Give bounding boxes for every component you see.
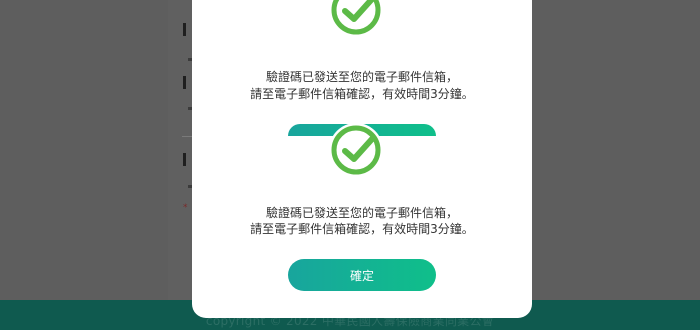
background-field-marker [183, 153, 186, 166]
dialog-message-line2: 請至電子郵件信箱確認，有效時間3分鐘。 [250, 222, 474, 236]
dialog-message-line1: 驗證碼已發送至您的電子郵件信箱， [265, 206, 458, 220]
background-field-marker [183, 23, 186, 36]
success-check-icon [329, 123, 383, 177]
dialog-message-line2: 請至電子郵件信箱確認，有效時間3分鐘。 [250, 87, 474, 101]
dialog-message-line1: 驗證碼已發送至您的電子郵件信箱， [265, 70, 458, 84]
verification-dialog: 驗證碼已發送至您的電子郵件信箱， 請至電子郵件信箱確認，有效時間3分鐘。 驗證碼… [192, 0, 532, 318]
success-check-icon [329, 0, 383, 37]
background-field-marker [183, 76, 186, 89]
confirm-button[interactable]: 確定 [288, 259, 436, 291]
background-required-mark: * [183, 203, 188, 213]
